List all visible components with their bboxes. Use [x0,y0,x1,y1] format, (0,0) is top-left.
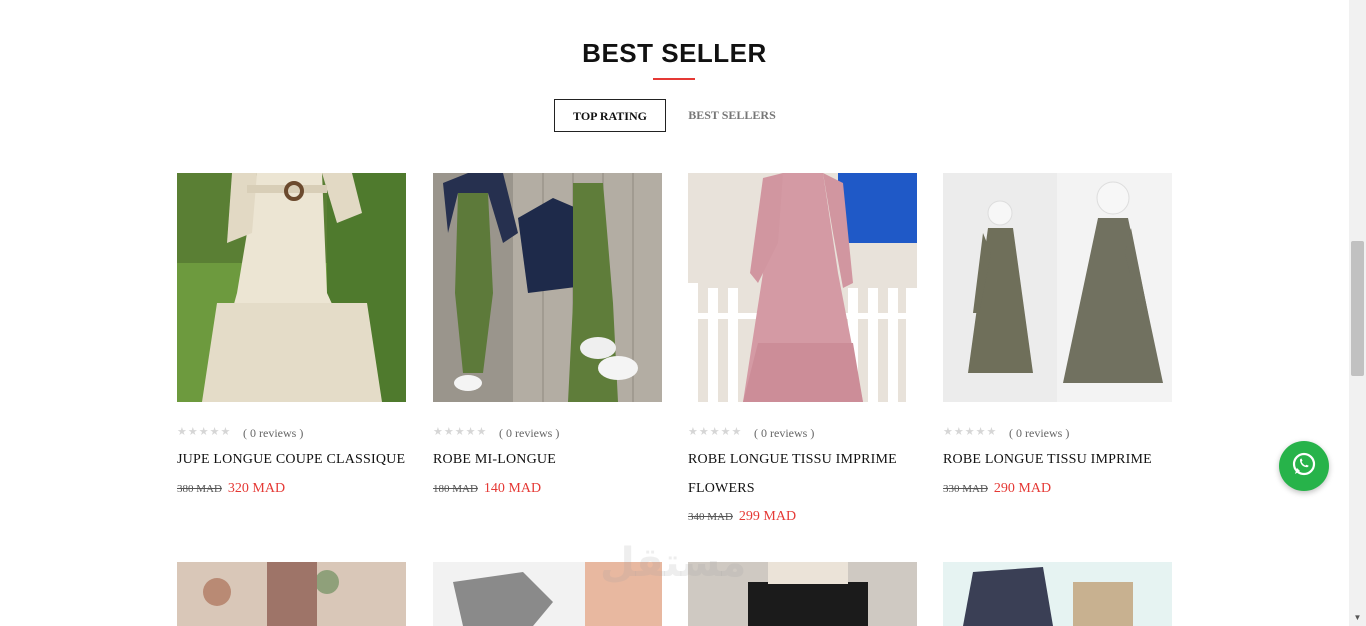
product-image[interactable] [688,173,917,402]
whatsapp-icon [1291,451,1317,482]
product-name[interactable]: ROBE MI-LONGUE [433,445,662,474]
scroll-down-arrow-icon[interactable]: ▼ [1349,609,1366,626]
sale-price: 140 MAD [483,481,542,496]
product-card[interactable]: ★★★★★ ( 0 reviews ) ROBE LONGUE TISSU IM… [688,173,917,524]
product-image[interactable] [943,562,1172,626]
tab-top-rating[interactable]: TOP RATING [554,99,666,132]
product-card[interactable]: ★★★★★ ( 0 reviews ) ROBE MI-LONGUE 180 M… [433,173,662,496]
section-title: BEST SELLER [582,38,767,68]
price-row: 180 MAD 140 MAD [433,479,541,497]
reviews-count[interactable]: ( 0 reviews ) [499,426,559,441]
product-image[interactable] [943,173,1172,402]
reviews-count[interactable]: ( 0 reviews ) [243,426,303,441]
sale-price: 299 MAD [738,509,797,524]
old-price: 340 MAD [688,511,733,523]
price-row: 330 MAD 290 MAD [943,479,1051,497]
product-image[interactable] [177,173,406,402]
rating-stars: ★★★★★ [177,426,232,438]
reviews-count[interactable]: ( 0 reviews ) [1009,426,1069,441]
rating-stars: ★★★★★ [433,426,488,438]
product-image[interactable] [433,173,662,402]
product-name[interactable]: ROBE LONGUE TISSU IMPRIME [943,445,1172,474]
price-row: 380 MAD 320 MAD [177,479,285,497]
price-row: 340 MAD 299 MAD [688,507,796,525]
sale-price: 290 MAD [993,481,1052,496]
rating-stars: ★★★★★ [943,426,998,438]
rating-stars: ★★★★★ [688,426,743,438]
old-price: 330 MAD [943,483,988,495]
product-name[interactable]: JUPE LONGUE COUPE CLASSIQUE [177,445,406,474]
scrollbar-thumb[interactable] [1351,241,1364,376]
old-price: 380 MAD [177,483,222,495]
title-underline [653,78,695,80]
product-name[interactable]: ROBE LONGUE TISSU IMPRIME FLOWERS [688,445,917,503]
product-card[interactable]: ★★★★★ ( 0 reviews ) JUPE LONGUE COUPE CL… [177,173,406,496]
sale-price: 320 MAD [227,481,286,496]
old-price: 180 MAD [433,483,478,495]
tab-best-sellers[interactable]: BEST SELLERS [672,99,792,132]
watermark: مستقل [600,540,747,586]
reviews-count[interactable]: ( 0 reviews ) [754,426,814,441]
whatsapp-button[interactable] [1279,441,1329,491]
product-card[interactable]: ★★★★★ ( 0 reviews ) ROBE LONGUE TISSU IM… [943,173,1172,496]
product-image[interactable] [177,562,406,626]
